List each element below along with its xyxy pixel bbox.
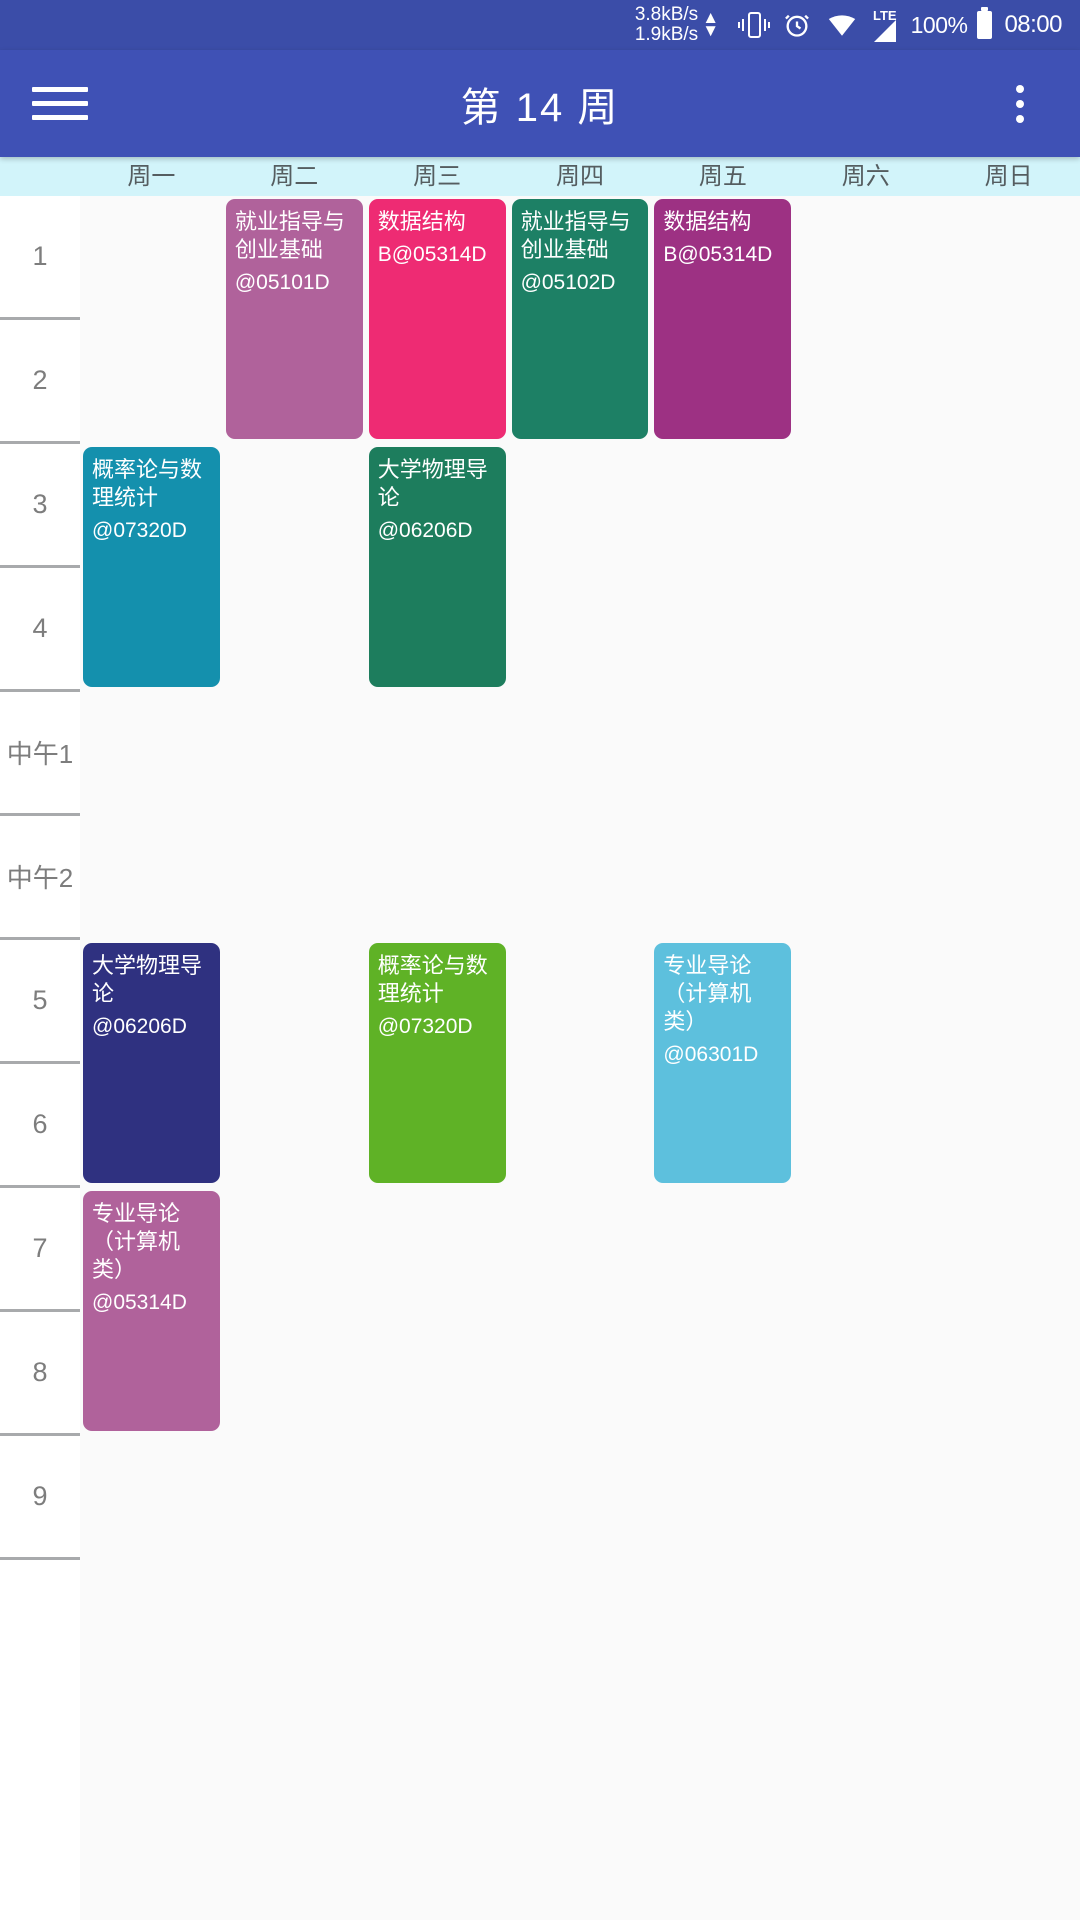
weekday-sat[interactable]: 周六 bbox=[794, 157, 937, 196]
wifi-icon bbox=[827, 13, 857, 37]
period-label-3: 3 bbox=[0, 444, 80, 568]
course-card[interactable]: 专业导论（计算机类） @06301D bbox=[654, 943, 792, 1183]
period-label-10: 8 bbox=[0, 1312, 80, 1436]
signal-icon: LTE bbox=[873, 9, 897, 42]
course-card[interactable]: 大学物理导论 @06206D bbox=[368, 447, 506, 687]
hamburger-menu-icon[interactable] bbox=[32, 76, 88, 132]
course-room: B@05314D bbox=[377, 243, 487, 267]
course-room: @05314D bbox=[92, 1291, 187, 1315]
course-card[interactable]: 概率论与数理统计 @07320D bbox=[83, 447, 220, 687]
course-name: 专业导论（计算机类） bbox=[92, 1201, 181, 1283]
weekday-fri[interactable]: 周五 bbox=[651, 157, 794, 196]
schedule-grid: 1 2 3 4 中午1 中午2 5 6 7 8 9 就业指导与创业基础 @05101D 数据结构 B@05… bbox=[0, 196, 1080, 1920]
course-name: 大学物理导论 bbox=[377, 457, 488, 511]
clock-label: 08:00 bbox=[1004, 11, 1062, 38]
course-name: 大学物理导论 bbox=[92, 953, 203, 1007]
course-card[interactable]: 就业指导与创业基础 @05102D bbox=[511, 199, 649, 439]
vibrate-icon bbox=[738, 10, 771, 40]
network-speed: 3.8kB/s 1.9kB/s bbox=[635, 5, 698, 45]
course-area: 就业指导与创业基础 @05101D 数据结构 B@05314D 就业指导与创业基础 @05… bbox=[80, 196, 1080, 1920]
course-room: B@05314D bbox=[663, 243, 773, 267]
period-column: 1 2 3 4 中午1 中午2 5 6 7 8 9 bbox=[0, 196, 80, 1920]
course-name: 数据结构 bbox=[663, 209, 752, 234]
app-bar: 第 14 周 bbox=[0, 50, 1080, 157]
course-name: 概率论与数理统计 bbox=[92, 457, 203, 511]
more-vertical-icon[interactable] bbox=[996, 76, 1044, 132]
weekday-thu[interactable]: 周四 bbox=[509, 157, 652, 196]
course-room: @07320D bbox=[92, 519, 187, 543]
course-card[interactable]: 就业指导与创业基础 @05101D bbox=[225, 199, 363, 439]
course-room: @06206D bbox=[377, 519, 473, 543]
course-name: 专业导论（计算机类） bbox=[663, 953, 752, 1035]
course-name: 就业指导与创业基础 bbox=[520, 209, 631, 263]
period-label-2: 2 bbox=[0, 320, 80, 444]
network-arrows-icon: ▲ ▼ bbox=[702, 8, 720, 40]
period-label-9: 7 bbox=[0, 1188, 80, 1312]
course-room: @05101D bbox=[234, 271, 330, 295]
network-down-speed: 3.8kB/s bbox=[634, 4, 699, 26]
status-bar: 3.8kB/s 1.9kB/s ▲ ▼ LTE 100% 08:00 bbox=[0, 0, 1080, 50]
course-room: @06206D bbox=[92, 1015, 187, 1039]
alarm-icon bbox=[783, 11, 811, 39]
weekday-sun[interactable]: 周日 bbox=[937, 157, 1080, 196]
period-label-5: 中午1 bbox=[0, 692, 80, 816]
course-card[interactable]: 专业导论（计算机类） @05314D bbox=[83, 1191, 220, 1431]
weekday-header: 周一 周二 周三 周四 周五 周六 周日 bbox=[0, 157, 1080, 196]
course-room: @06301D bbox=[663, 1043, 759, 1067]
course-name: 概率论与数理统计 bbox=[377, 953, 488, 1007]
period-label-4: 4 bbox=[0, 568, 80, 692]
period-label-6: 中午2 bbox=[0, 816, 80, 940]
period-label-8: 6 bbox=[0, 1064, 80, 1188]
weekday-mon[interactable]: 周一 bbox=[80, 157, 223, 196]
course-card[interactable]: 数据结构 B@05314D bbox=[368, 199, 506, 439]
battery-icon bbox=[977, 7, 993, 39]
course-card[interactable]: 数据结构 B@05314D bbox=[654, 199, 792, 439]
period-label-11: 9 bbox=[0, 1436, 80, 1560]
period-label-1: 1 bbox=[0, 196, 80, 320]
page-title: 第 14 周 bbox=[460, 85, 620, 130]
course-room: @07320D bbox=[377, 1015, 473, 1039]
course-name: 就业指导与创业基础 bbox=[234, 209, 345, 263]
network-up-speed: 1.9kB/s bbox=[634, 24, 699, 45]
battery-percent-label: 100% bbox=[910, 11, 968, 38]
weekday-tue[interactable]: 周二 bbox=[223, 157, 366, 196]
course-card[interactable]: 概率论与数理统计 @07320D bbox=[368, 943, 506, 1183]
weekday-header-corner bbox=[0, 157, 80, 196]
course-card[interactable]: 大学物理导论 @06206D bbox=[83, 943, 220, 1183]
weekday-wed[interactable]: 周三 bbox=[366, 157, 509, 196]
period-label-7: 5 bbox=[0, 940, 80, 1064]
course-name: 数据结构 bbox=[377, 209, 466, 234]
course-room: @05102D bbox=[520, 271, 616, 295]
